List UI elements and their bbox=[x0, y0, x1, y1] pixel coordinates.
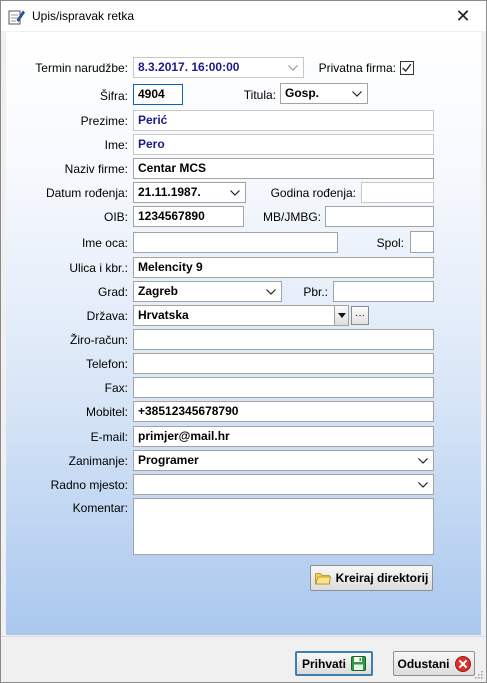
close-icon[interactable]: ✕ bbox=[440, 1, 486, 31]
ulica-value: Melencity 9 bbox=[138, 260, 203, 274]
komentar-textarea[interactable] bbox=[133, 498, 434, 555]
mb-jmbg-input[interactable] bbox=[325, 206, 434, 227]
sifra-value: 4904 bbox=[138, 87, 165, 101]
telefon-label: Telefon: bbox=[85, 357, 128, 371]
termin-datetime-picker[interactable]: 8.3.2017. 16:00:00 bbox=[133, 57, 304, 78]
drzava-label: Država: bbox=[86, 309, 128, 323]
komentar-label: Komentar: bbox=[72, 501, 128, 515]
chevron-down-icon[interactable] bbox=[416, 451, 430, 470]
naziv-value: Centar MCS bbox=[138, 161, 207, 175]
ime-oca-input[interactable] bbox=[133, 232, 338, 253]
ime-input[interactable]: Pero bbox=[133, 134, 434, 155]
prihvati-label: Prihvati bbox=[301, 656, 346, 671]
prezime-value: Perić bbox=[138, 113, 168, 127]
fax-label: Fax: bbox=[104, 381, 128, 395]
prezime-input[interactable]: Perić bbox=[133, 110, 434, 131]
title-bar: Upis/ispravak retka ✕ bbox=[1, 1, 486, 31]
ulica-input[interactable]: Melencity 9 bbox=[133, 257, 434, 278]
mb-label: MB/JMBG: bbox=[262, 210, 321, 224]
oib-value: 1234567890 bbox=[138, 209, 205, 223]
godina-label: Godina rođenja: bbox=[270, 186, 356, 200]
sifra-input[interactable]: 4904 bbox=[133, 84, 183, 105]
email-input[interactable]: primjer@mail.hr bbox=[133, 426, 434, 447]
titula-label: Titula: bbox=[243, 88, 276, 102]
folder-icon bbox=[314, 572, 331, 584]
ulica-label: Ulica i kbr.: bbox=[69, 261, 128, 275]
save-disk-icon bbox=[351, 656, 366, 671]
chevron-down-icon[interactable] bbox=[228, 183, 242, 202]
odustani-button[interactable]: Odustani bbox=[393, 651, 475, 676]
oib-input[interactable]: 1234567890 bbox=[133, 206, 244, 227]
form-area: Termin narudžbe: 8.3.2017. 16:00:00 Priv… bbox=[6, 32, 481, 635]
drzava-ellipsis-button[interactable]: ··· bbox=[351, 306, 369, 325]
naziv-firme-input[interactable]: Centar MCS bbox=[133, 158, 434, 179]
imeoca-label: Ime oca: bbox=[81, 236, 128, 250]
odustani-label: Odustani bbox=[397, 656, 450, 671]
privatna-firma-checkbox[interactable] bbox=[400, 61, 414, 75]
email-value: primjer@mail.hr bbox=[138, 429, 230, 443]
grad-value: Zagreb bbox=[138, 284, 179, 298]
ziro-label: Žiro-račun: bbox=[69, 333, 128, 347]
chevron-down-icon[interactable] bbox=[416, 475, 430, 494]
email-label: E-mail: bbox=[90, 430, 128, 444]
edit-pencil-icon bbox=[8, 10, 25, 25]
zanimanje-select[interactable]: Programer bbox=[133, 450, 434, 471]
checkmark-icon bbox=[402, 63, 412, 72]
termin-label: Termin narudžbe: bbox=[35, 61, 128, 75]
mobitel-input[interactable]: +38512345678790 bbox=[133, 401, 434, 422]
kreiraj-direktorij-button[interactable]: Kreiraj direktorij bbox=[310, 565, 433, 591]
cancel-icon bbox=[454, 655, 471, 672]
datum-value: 21.11.1987. bbox=[138, 185, 201, 199]
spol-input[interactable] bbox=[410, 231, 434, 253]
oib-label: OIB: bbox=[103, 210, 128, 224]
dialog-window: Upis/ispravak retka ✕ Termin narudžbe: 8… bbox=[0, 0, 487, 683]
fax-input[interactable] bbox=[133, 377, 434, 398]
ime-label: Ime: bbox=[104, 138, 128, 152]
kreiraj-label: Kreiraj direktorij bbox=[335, 571, 429, 585]
termin-value: 8.3.2017. 16:00:00 bbox=[138, 60, 240, 74]
mobitel-value: +38512345678790 bbox=[138, 404, 239, 418]
resize-grip-icon[interactable] bbox=[473, 669, 483, 679]
radno-label: Radno mjesto: bbox=[50, 478, 128, 492]
spol-label: Spol: bbox=[376, 236, 404, 250]
window-title: Upis/ispravak retka bbox=[32, 9, 135, 23]
sifra-label: Šifra: bbox=[99, 89, 128, 103]
drzava-select[interactable]: Hrvatska bbox=[133, 305, 349, 326]
pbr-label: Pbr.: bbox=[303, 285, 328, 299]
radno-mjesto-select[interactable] bbox=[133, 474, 434, 495]
drzava-value: Hrvatska bbox=[138, 308, 189, 322]
dialog-footer: Prihvati Odustani bbox=[1, 636, 486, 682]
datum-label: Datum rođenja: bbox=[45, 186, 128, 200]
grad-select[interactable]: Zagreb bbox=[133, 281, 282, 302]
naziv-label: Naziv firme: bbox=[64, 162, 128, 176]
mobitel-label: Mobitel: bbox=[85, 405, 128, 419]
datum-rodjenja-picker[interactable]: 21.11.1987. bbox=[133, 182, 246, 203]
chevron-down-icon[interactable] bbox=[286, 58, 300, 77]
zanimanje-label: Zanimanje: bbox=[68, 454, 128, 468]
godina-rodjenja-input[interactable] bbox=[361, 182, 434, 203]
zanimanje-value: Programer bbox=[138, 453, 199, 467]
chevron-down-icon[interactable] bbox=[264, 282, 278, 301]
dropdown-arrow-icon[interactable] bbox=[334, 306, 348, 325]
prihvati-button[interactable]: Prihvati bbox=[295, 651, 373, 676]
prezime-label: Prezime: bbox=[80, 114, 128, 128]
privatna-label: Privatna firma: bbox=[318, 61, 396, 75]
telefon-input[interactable] bbox=[133, 353, 434, 374]
ime-value: Pero bbox=[138, 137, 165, 151]
ellipsis-icon: ··· bbox=[355, 309, 365, 321]
ziro-racun-input[interactable] bbox=[133, 329, 434, 350]
grad-label: Grad: bbox=[97, 285, 128, 299]
titula-value: Gosp. bbox=[285, 86, 320, 100]
chevron-down-icon[interactable] bbox=[350, 84, 364, 103]
titula-select[interactable]: Gosp. bbox=[280, 83, 368, 104]
pbr-input[interactable] bbox=[333, 281, 434, 302]
